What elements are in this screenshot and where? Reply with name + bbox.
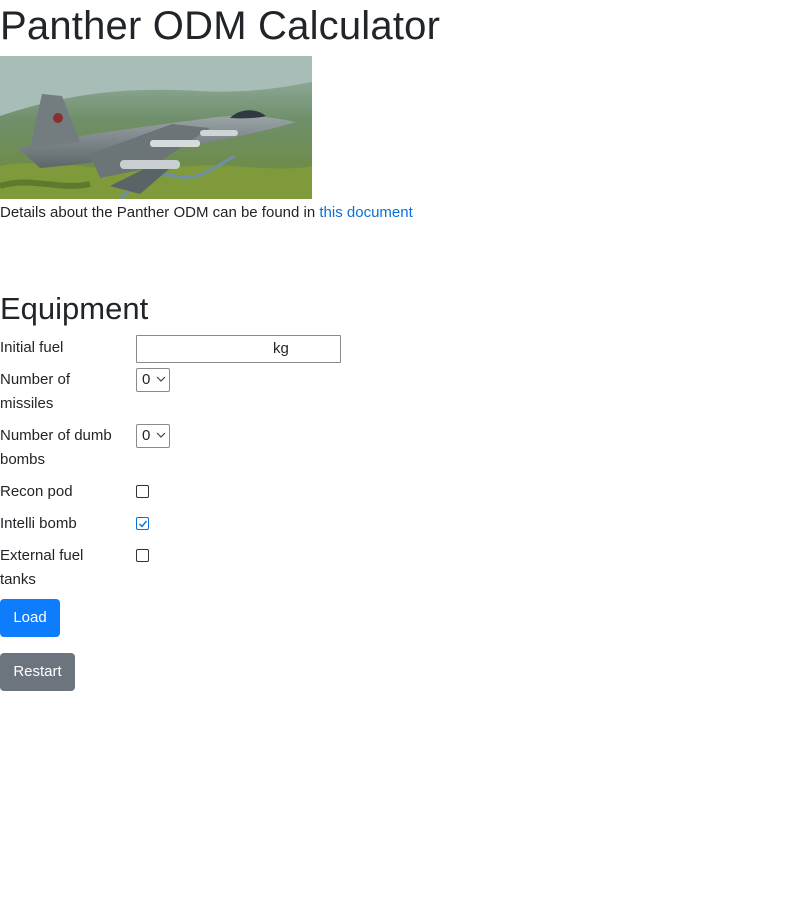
details-text: Details about the Panther ODM can be fou…	[0, 202, 413, 224]
recon-pod-checkbox[interactable]	[136, 485, 149, 498]
load-button[interactable]: Load	[0, 599, 60, 637]
recon-pod-label: Recon pod	[0, 483, 73, 500]
chevron-down-icon	[156, 376, 166, 382]
missiles-selected-value: 0	[142, 371, 151, 388]
jet-image	[0, 56, 312, 199]
chevron-down-icon	[156, 432, 166, 438]
initial-fuel-field[interactable]: kg	[136, 335, 341, 363]
intelli-bomb-checkbox[interactable]	[136, 517, 149, 530]
external-fuel-tanks-checkbox[interactable]	[136, 549, 149, 562]
page-title: Panther ODM Calculator	[0, 4, 441, 48]
restart-button[interactable]: Restart	[0, 653, 75, 691]
dumb-bombs-label: Number of dumb bombs	[0, 427, 112, 468]
external-fuel-tanks-label: External fuel tanks	[0, 547, 84, 588]
fuel-unit: kg	[273, 340, 289, 357]
checkmark-icon	[139, 520, 148, 528]
missiles-select[interactable]: 0	[136, 368, 170, 392]
dumb-bombs-select[interactable]: 0	[136, 424, 170, 448]
intelli-bomb-label: Intelli bomb	[0, 515, 77, 532]
equipment-heading: Equipment	[0, 291, 149, 326]
missiles-label: Number of missiles	[0, 371, 71, 412]
initial-fuel-label: Initial fuel	[0, 339, 64, 356]
details-prefix: Details about the Panther ODM can be fou…	[0, 204, 316, 221]
document-link[interactable]: this document	[319, 204, 412, 221]
initial-fuel-input[interactable]	[137, 336, 275, 362]
dumb-bombs-selected-value: 0	[142, 427, 151, 444]
